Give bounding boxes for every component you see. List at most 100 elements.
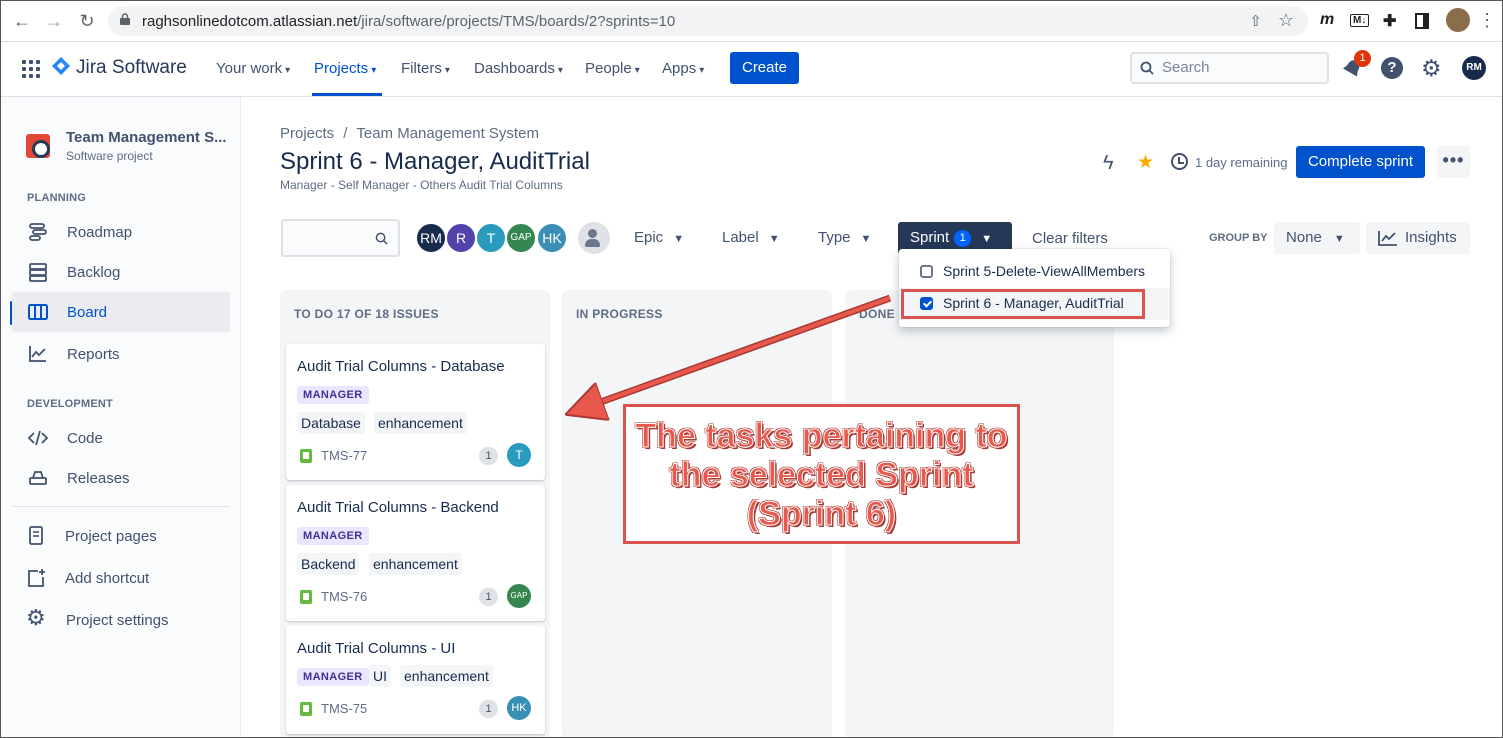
- issue-card[interactable]: Audit Trial Columns - UI MANAGER UI enha…: [286, 626, 545, 734]
- search-icon: [1140, 61, 1154, 75]
- sidebar-item-label: Project settings: [66, 612, 169, 629]
- group-by-select[interactable]: None ▼: [1274, 222, 1360, 254]
- address-bar[interactable]: raghsonlinedotcom.atlassian.net/jira/sof…: [108, 6, 1308, 36]
- project-name[interactable]: Team Management S...: [66, 129, 227, 146]
- nav-filters[interactable]: Filters ▾: [401, 60, 450, 77]
- complete-sprint-button[interactable]: Complete sprint: [1296, 146, 1425, 178]
- clear-filters-button[interactable]: Clear filters: [1032, 230, 1108, 247]
- group-by-label: GROUP BY: [1209, 232, 1268, 244]
- share-icon[interactable]: ⇧: [1249, 12, 1262, 30]
- issue-key[interactable]: TMS-76: [321, 589, 367, 604]
- help-icon[interactable]: ?: [1381, 57, 1403, 79]
- issue-key[interactable]: TMS-77: [321, 448, 367, 463]
- extension-m-icon[interactable]: m: [1320, 11, 1334, 29]
- create-button[interactable]: Create: [730, 52, 799, 84]
- nav-people[interactable]: People ▾: [585, 60, 640, 77]
- assignee-filter-avatar[interactable]: HK: [536, 222, 568, 254]
- board-search-input[interactable]: [281, 219, 400, 257]
- reload-icon[interactable]: ↻: [77, 11, 97, 31]
- extensions-puzzle-icon[interactable]: ✚: [1383, 11, 1396, 31]
- assignee-filter-avatar[interactable]: T: [475, 222, 507, 254]
- sidebar-item-project-settings[interactable]: ⚙ Project settings: [12, 600, 230, 640]
- nav-apps[interactable]: Apps ▾: [662, 60, 704, 77]
- epic-filter[interactable]: Epic ▼: [634, 222, 684, 254]
- annotation-callout: The tasks pertaining to the selected Spr…: [623, 404, 1020, 544]
- extension-markdown-icon[interactable]: M↓: [1350, 14, 1370, 27]
- jira-top-nav: Jira Software Your work ▾ Projects ▾ Filte…: [0, 42, 1503, 97]
- product-name[interactable]: Jira Software: [76, 57, 187, 79]
- search-input[interactable]: Search: [1130, 52, 1329, 84]
- label-filter[interactable]: Label ▼: [722, 222, 780, 254]
- column-header: TO DO 17 OF 18 ISSUES: [294, 307, 439, 321]
- sidebar-item-label: Project pages: [65, 528, 157, 545]
- favorite-star-icon[interactable]: ★: [1137, 151, 1154, 174]
- assignee-filter-avatar[interactable]: GAP: [505, 222, 537, 254]
- reports-icon: [29, 346, 46, 362]
- annotation-line: The tasks pertaining to: [635, 417, 1008, 456]
- sidebar-item-label: Add shortcut: [65, 570, 150, 587]
- card-title: Audit Trial Columns - UI: [297, 640, 456, 657]
- sprint-option[interactable]: Sprint 5-Delete-ViewAllMembers: [899, 256, 1170, 288]
- automation-bolt-icon[interactable]: ϟ: [1103, 152, 1114, 175]
- add-people-icon[interactable]: [578, 222, 610, 254]
- checkbox[interactable]: [920, 265, 933, 278]
- sidebar-item-reports[interactable]: Reports: [12, 334, 230, 374]
- time-remaining: 1 day remaining: [1195, 155, 1288, 170]
- label-chip: Database: [297, 412, 365, 434]
- nav-active-indicator: [312, 93, 382, 96]
- sidebar-item-roadmap[interactable]: Roadmap: [12, 212, 230, 252]
- settings-gear-icon[interactable]: ⚙: [1421, 55, 1442, 81]
- card-title: Audit Trial Columns - Database: [297, 358, 505, 375]
- sidebar-item-add-shortcut[interactable]: Add shortcut: [12, 558, 230, 598]
- story-icon: [300, 449, 312, 463]
- sidebar-item-label: Code: [67, 430, 103, 447]
- more-actions-button[interactable]: •••: [1437, 146, 1470, 178]
- sprint-count-badge: 1: [954, 230, 972, 247]
- board-icon: [28, 304, 48, 320]
- card-title: Audit Trial Columns - Backend: [297, 499, 499, 516]
- breadcrumb-project[interactable]: Team Management System: [356, 125, 539, 142]
- page-title: Sprint 6 - Manager, AuditTrial: [280, 148, 590, 175]
- back-icon[interactable]: ←: [12, 11, 32, 31]
- browser-profile-avatar[interactable]: [1446, 8, 1470, 32]
- sidebar-item-label: Roadmap: [67, 224, 133, 241]
- nav-dashboards[interactable]: Dashboards ▾: [474, 60, 563, 77]
- issue-card[interactable]: Audit Trial Columns - Database MANAGER D…: [286, 344, 545, 480]
- label-chip: Backend: [297, 553, 360, 575]
- label-chip: enhancement: [400, 665, 493, 687]
- assignee-avatar[interactable]: HK: [507, 696, 531, 720]
- nav-projects[interactable]: Projects ▾: [314, 60, 376, 77]
- sidebar-item-backlog[interactable]: Backlog: [12, 252, 230, 292]
- code-icon: [28, 430, 48, 446]
- breadcrumb-projects[interactable]: Projects: [280, 125, 334, 142]
- insights-button[interactable]: Insights: [1366, 222, 1470, 254]
- assignee-filter-avatar[interactable]: R: [445, 222, 477, 254]
- roadmap-icon: [29, 223, 47, 241]
- bookmark-star-icon[interactable]: ☆: [1278, 10, 1294, 31]
- type-filter[interactable]: Type ▼: [818, 222, 871, 254]
- app-switcher-icon[interactable]: [22, 60, 40, 78]
- browser-menu-icon[interactable]: ⋮: [1478, 10, 1496, 31]
- sidebar-item-label: Backlog: [67, 264, 121, 281]
- sidepanel-icon[interactable]: [1415, 13, 1429, 29]
- nav-your-work[interactable]: Your work ▾: [216, 60, 290, 77]
- assignee-avatar[interactable]: GAP: [507, 584, 531, 608]
- story-points: 1: [479, 700, 498, 718]
- label-chip: enhancement: [369, 553, 462, 575]
- sprint-goal: Manager - Self Manager - Others Audit Tr…: [280, 178, 563, 192]
- sidebar-item-code[interactable]: Code: [12, 418, 230, 458]
- sidebar-item-board[interactable]: Board: [12, 292, 230, 332]
- issue-card[interactable]: Audit Trial Columns - Backend MANAGER Ba…: [286, 485, 545, 621]
- sidebar-item-releases[interactable]: Releases: [12, 458, 230, 498]
- assignee-avatar[interactable]: T: [507, 443, 531, 467]
- user-avatar[interactable]: RM: [1462, 56, 1486, 80]
- forward-icon[interactable]: →: [44, 11, 64, 31]
- chevron-down-icon: ▼: [673, 233, 685, 245]
- assignee-filter-avatar[interactable]: RM: [415, 222, 447, 254]
- issue-key[interactable]: TMS-75: [321, 701, 367, 716]
- label-chip: UI: [369, 665, 391, 687]
- insights-chart-icon: [1378, 231, 1397, 246]
- sidebar-item-project-pages[interactable]: Project pages: [12, 516, 230, 556]
- settings-icon: ⚙: [26, 605, 46, 630]
- jira-logo-icon: [52, 57, 70, 75]
